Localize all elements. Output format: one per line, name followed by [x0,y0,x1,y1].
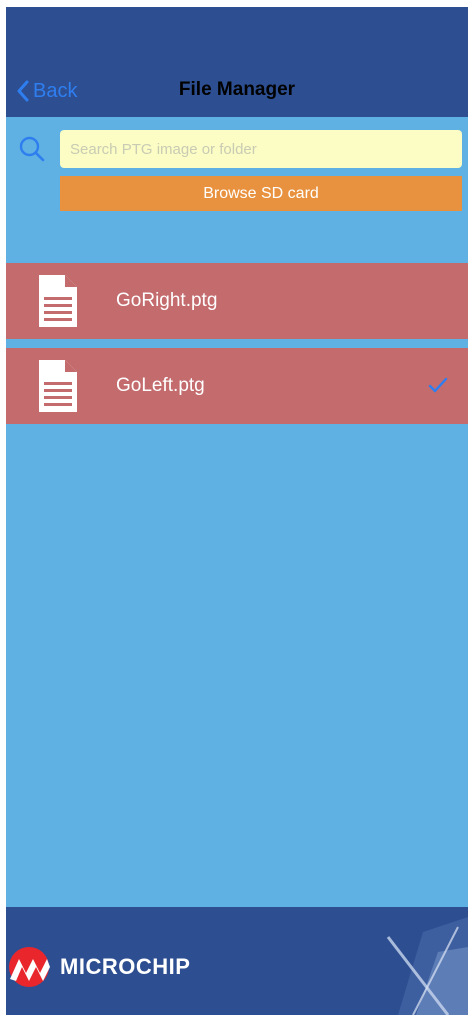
microchip-logo-icon [9,947,50,987]
page-title: File Manager [178,79,296,100]
file-name: GoRight.ptg [116,290,218,311]
microchip-logo: MICROCHIP [6,947,190,987]
checkmark-icon [428,377,448,393]
search-icon[interactable] [18,135,46,163]
file-row-goright[interactable]: GoRight.ptg [6,263,468,339]
file-manager-content: Browse SD card GoRight.ptg GoLeft.p [6,117,468,907]
search-input[interactable] [60,130,462,168]
navigation-bar: Back File Manager [6,7,468,117]
brand-wordmark: MICROCHIP [60,954,191,979]
document-icon [39,360,77,412]
app-screen: Back File Manager Browse SD card GoRight… [6,7,468,1015]
document-icon [39,275,77,327]
browse-sd-card-button[interactable]: Browse SD card [60,176,462,211]
footer-bar: MICROCHIP [6,907,468,1015]
file-row-goleft[interactable]: GoLeft.ptg [6,348,468,424]
file-name: GoLeft.ptg [116,375,205,396]
decorative-corner-graphic [386,917,468,1015]
